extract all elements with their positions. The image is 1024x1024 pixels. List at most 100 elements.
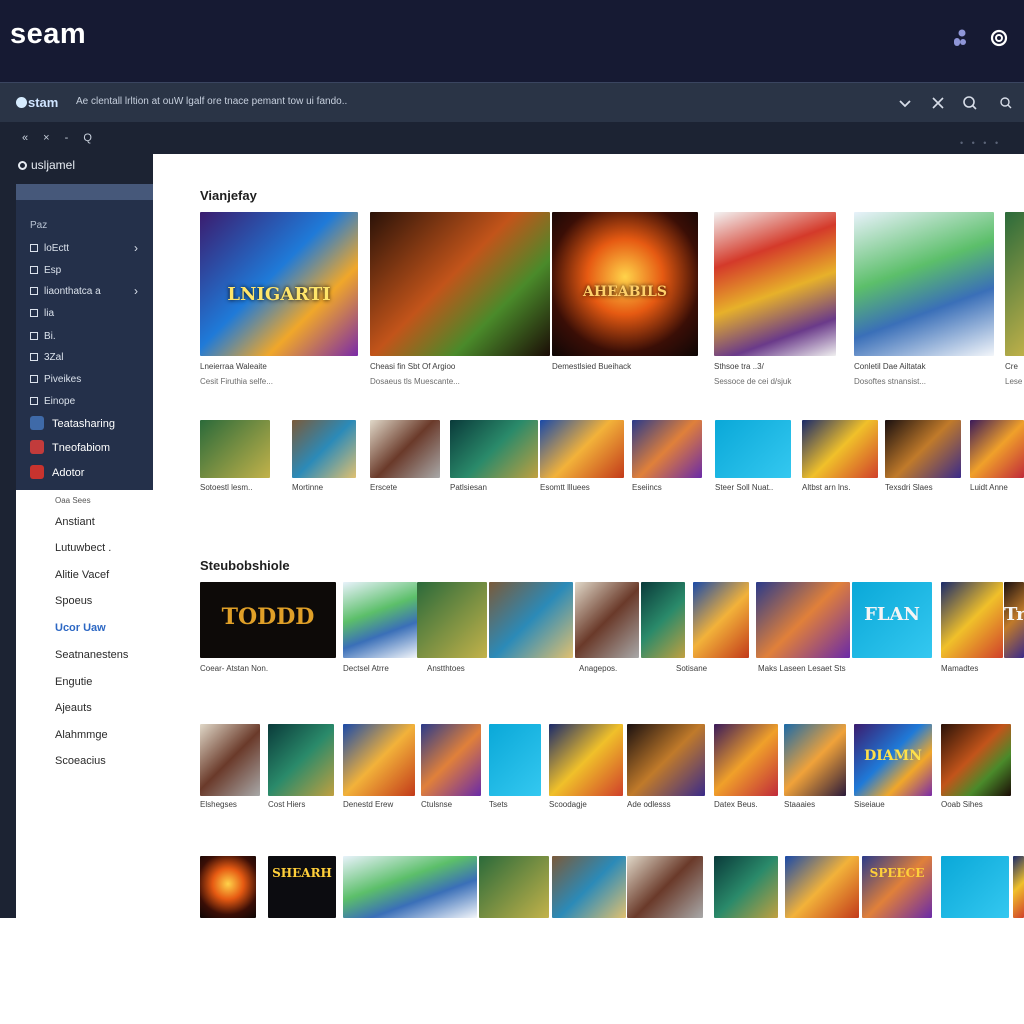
game-capsule-featured[interactable]	[714, 212, 836, 356]
capsule-caption[interactable]: Tsets	[489, 800, 551, 809]
account-name[interactable]: usljamel	[18, 158, 75, 172]
brand-logo[interactable]: seam	[10, 18, 86, 51]
game-banner[interactable]	[756, 582, 850, 658]
search-icon[interactable]	[962, 95, 978, 111]
game-capsule[interactable]: DIAMN	[854, 724, 932, 796]
chevron-down-icon[interactable]	[897, 95, 913, 111]
game-capsule[interactable]: SHEARH	[268, 856, 336, 918]
game-capsule-featured[interactable]: AHEABILS	[552, 212, 698, 356]
game-capsule-featured[interactable]	[1005, 212, 1024, 356]
capsule-title[interactable]: Conletil Dae Ailtatak	[854, 362, 1004, 371]
game-capsule-small[interactable]	[802, 420, 878, 478]
game-capsule-small[interactable]	[632, 420, 702, 478]
capsule-caption[interactable]: Mortinne	[292, 483, 372, 492]
sidebar-item[interactable]: Einope	[30, 396, 75, 407]
game-capsule[interactable]	[268, 724, 334, 796]
game-banner[interactable]: TODDD	[200, 582, 336, 658]
capsule-title[interactable]: Demestlsied Bueihack	[552, 362, 708, 371]
game-banner[interactable]	[641, 582, 685, 658]
game-banner[interactable]: Trian	[1004, 582, 1024, 658]
game-capsule[interactable]	[784, 724, 846, 796]
capsule-caption[interactable]: Denestd Erew	[343, 800, 425, 809]
capsule-caption[interactable]: Ooab Sihes	[941, 800, 1021, 809]
capsule-caption[interactable]: Texsdri Slaes	[885, 483, 977, 492]
sidebar-item[interactable]: loEctt	[30, 243, 69, 254]
category-item[interactable]: Seatnanestens	[55, 649, 128, 661]
capsule-caption[interactable]: Eseiincs	[632, 483, 718, 492]
capsule-caption[interactable]: Esomtt llluees	[540, 483, 640, 492]
chevron-right-icon[interactable]: ›	[134, 284, 138, 298]
capsule-title[interactable]: Lneierraa Waleaite	[200, 362, 368, 371]
game-banner[interactable]	[575, 582, 639, 658]
game-capsule[interactable]	[549, 724, 623, 796]
sidebar-item[interactable]: Piveikes	[30, 374, 81, 385]
sidebar-featured-item[interactable]: Adotor	[30, 465, 84, 479]
game-capsule[interactable]	[941, 856, 1009, 918]
capsule-caption[interactable]: Steer Soll Nuat..	[715, 483, 807, 492]
capsule-caption[interactable]: Cost Hiers	[268, 800, 344, 809]
sidebar-item[interactable]: lia	[30, 308, 54, 319]
game-capsule[interactable]	[343, 724, 415, 796]
url-input[interactable]: Ae clentall lrltion at ouW lgalf ore tna…	[76, 96, 347, 107]
category-item[interactable]: Ajeauts	[55, 702, 92, 714]
close-icon[interactable]	[930, 95, 946, 111]
capsule-caption[interactable]: Ade odlesss	[627, 800, 715, 809]
search-icon-small[interactable]	[998, 95, 1014, 111]
game-capsule[interactable]: SPEECE	[862, 856, 932, 918]
game-capsule-small[interactable]	[450, 420, 538, 478]
capsule-caption[interactable]: Scoodagje	[549, 800, 633, 809]
sidebar-item[interactable]: 3Zal	[30, 352, 63, 363]
game-capsule[interactable]	[627, 856, 703, 918]
category-item[interactable]: Alahmmge	[55, 729, 108, 741]
game-capsule-small[interactable]	[200, 420, 270, 478]
nav-controls[interactable]: « × - Q	[22, 132, 98, 144]
game-capsule[interactable]	[479, 856, 549, 918]
capsule-caption[interactable]: Staaaies	[784, 800, 856, 809]
capsule-caption[interactable]: Siseiaue	[854, 800, 942, 809]
banner-caption[interactable]: Anstthtoes	[427, 664, 577, 673]
user-icon[interactable]	[950, 28, 970, 48]
game-capsule-featured[interactable]	[370, 212, 550, 356]
game-capsule[interactable]	[489, 724, 541, 796]
game-capsule[interactable]	[714, 856, 778, 918]
game-capsule[interactable]	[200, 724, 260, 796]
category-item[interactable]: Anstiant	[55, 516, 95, 528]
banner-caption[interactable]: Maks Laseen Lesaet Sts	[758, 664, 908, 673]
game-capsule-small[interactable]	[715, 420, 791, 478]
game-capsule[interactable]	[421, 724, 481, 796]
game-capsule[interactable]	[714, 724, 778, 796]
capsule-caption[interactable]: Altbst arn lns.	[802, 483, 894, 492]
capsule-title[interactable]: Sthsoe tra ..3/	[714, 362, 846, 371]
capsule-caption[interactable]: Sotoestl lesm..	[200, 483, 286, 492]
category-item[interactable]: Engutie	[55, 676, 92, 688]
game-banner[interactable]	[693, 582, 749, 658]
tiny-links[interactable]: • • • •	[960, 138, 1001, 148]
game-capsule-small[interactable]	[292, 420, 356, 478]
game-capsule[interactable]	[343, 856, 477, 918]
banner-caption[interactable]: Coear- Atstan Non.	[200, 664, 350, 673]
game-capsule-small[interactable]	[370, 420, 440, 478]
game-capsule[interactable]	[200, 856, 256, 918]
game-capsule-small[interactable]	[885, 420, 961, 478]
sidebar-item[interactable]: liaonthatca a	[30, 286, 101, 297]
capsule-title[interactable]: Cre	[1005, 362, 1024, 371]
capsule-caption[interactable]: Datex Beus.	[714, 800, 788, 809]
sidebar-item[interactable]: Bi.	[30, 331, 56, 342]
category-item[interactable]: Lutuwbect .	[55, 542, 111, 554]
game-banner[interactable]	[417, 582, 487, 658]
game-capsule[interactable]	[552, 856, 626, 918]
banner-caption[interactable]: Mamadtes	[941, 664, 1024, 673]
category-item[interactable]: Alitie Vacef	[55, 569, 109, 581]
game-banner[interactable]	[941, 582, 1003, 658]
game-capsule-small[interactable]	[970, 420, 1024, 478]
sidebar-featured-item[interactable]: Tneofabiom	[30, 440, 110, 454]
category-item[interactable]: Scoeacius	[55, 755, 106, 767]
capsule-title[interactable]: Cheasi fin Sbt Of Argioo	[370, 362, 560, 371]
sidebar-featured-item[interactable]: Teatasharing	[30, 416, 115, 430]
capsule-caption[interactable]: Luidt Anne	[970, 483, 1024, 492]
capsule-caption[interactable]: Patlsiesan	[450, 483, 554, 492]
sidebar-item[interactable]: Esp	[30, 265, 61, 276]
game-capsule[interactable]	[941, 724, 1011, 796]
game-capsule-featured[interactable]	[854, 212, 994, 356]
category-item[interactable]: Ucor Uaw	[55, 622, 106, 634]
